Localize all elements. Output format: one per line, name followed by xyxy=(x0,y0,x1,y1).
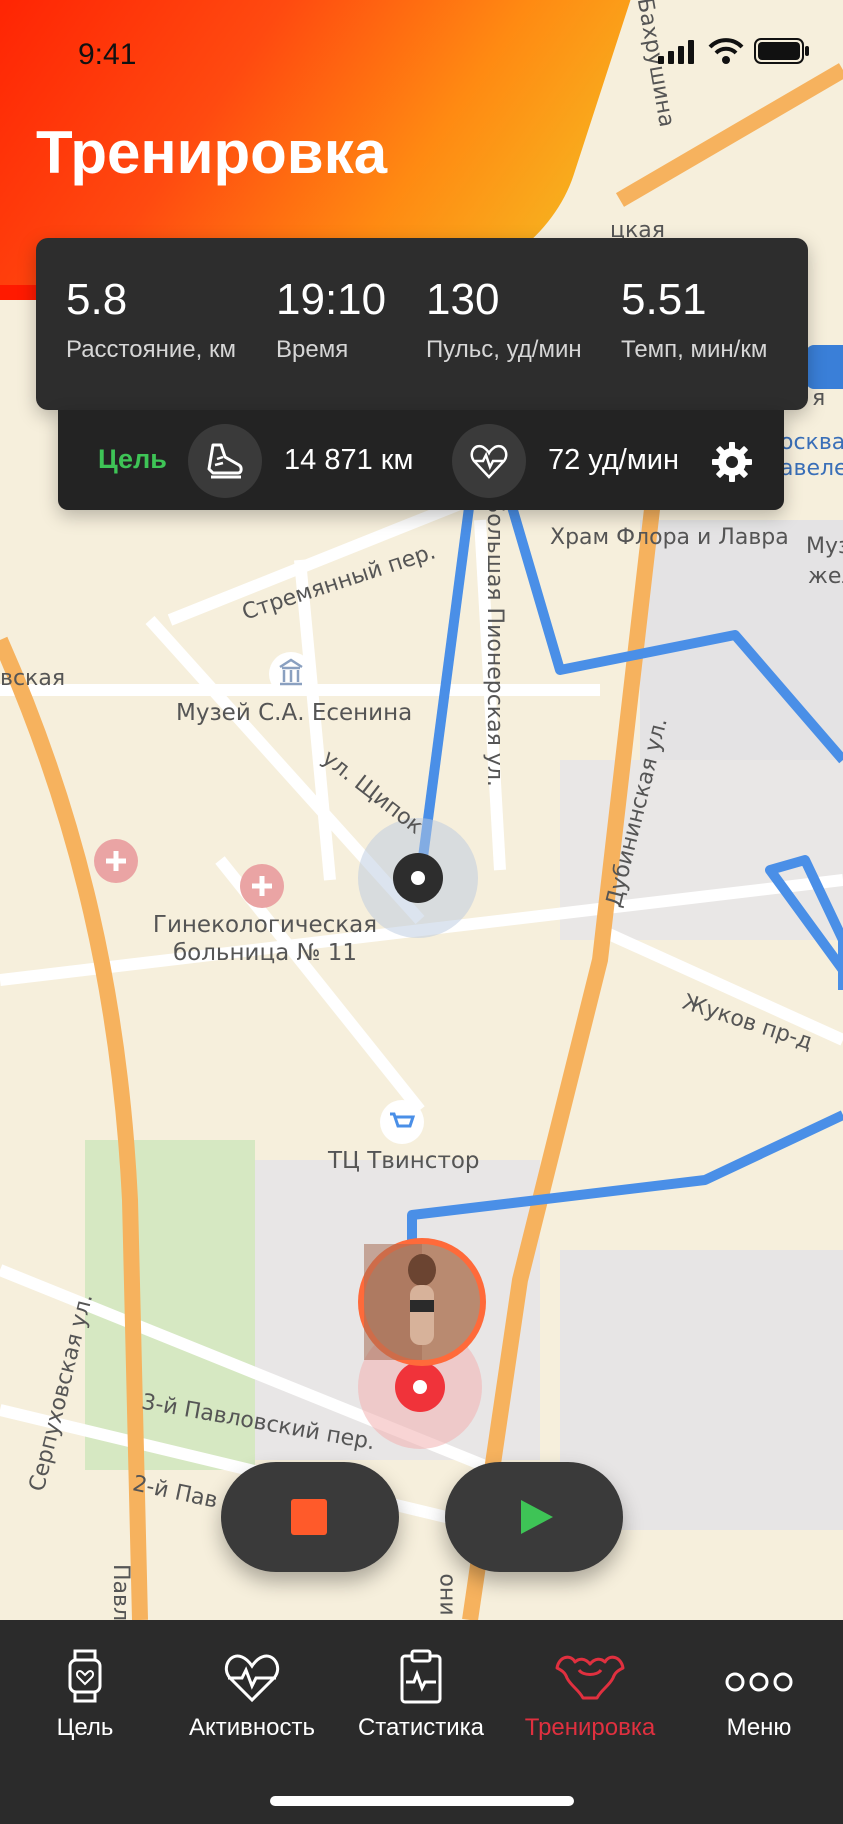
play-button[interactable] xyxy=(445,1462,623,1572)
stat-time: 19:10 Время xyxy=(276,278,386,364)
stat-distance-label: Расстояние, км xyxy=(66,336,236,363)
map-label-vskaya: вская xyxy=(0,666,66,691)
heart-icon-button xyxy=(452,424,526,498)
map-label-ino: ино xyxy=(433,1573,459,1616)
page-title: Тренировка xyxy=(36,119,388,186)
stat-distance: 5.8 Расстояние, км xyxy=(66,278,236,364)
stat-pace: 5.51 Темп, мин/км xyxy=(621,278,767,364)
map-label-paveleckaya: авелец xyxy=(780,456,843,481)
goal-distance: 14 871 км xyxy=(284,444,414,476)
goal-label: Цель xyxy=(98,444,167,474)
map-label-museum: Музей С.А. Есенина xyxy=(176,700,413,726)
stat-time-label: Время xyxy=(276,336,349,363)
stat-time-value: 19:10 xyxy=(276,275,387,324)
tab-activity-label: Активность xyxy=(188,1714,316,1741)
status-time: 9:41 xyxy=(78,38,137,71)
tab-statistics-label: Статистика xyxy=(357,1714,485,1741)
wifi-icon xyxy=(708,38,744,64)
heart-pulse-icon xyxy=(224,1654,280,1703)
more-icon xyxy=(725,1672,793,1692)
battery-icon xyxy=(754,38,809,64)
map-label-hospital: Гинекологическая больница № 11 xyxy=(152,912,378,966)
settings-gear-icon[interactable] xyxy=(710,440,754,484)
stat-distance-value: 5.8 xyxy=(66,275,128,324)
shoe-icon xyxy=(207,443,243,479)
goal-pulse: 72 уд/мин xyxy=(548,444,679,476)
tab-menu-label: Меню xyxy=(726,1714,792,1741)
shoe-icon-button xyxy=(188,424,262,498)
map-label-temple: Храм Флора и Лавра xyxy=(550,525,789,550)
stop-icon xyxy=(291,1499,327,1535)
tab-menu[interactable]: Меню xyxy=(684,1648,834,1742)
home-indicator xyxy=(270,1796,574,1806)
tab-bar: Цель Активность Статистика Тренировка Ме… xyxy=(0,1620,843,1824)
map-label-ya: я xyxy=(812,386,826,411)
muscle-icon xyxy=(555,1655,625,1700)
stat-pulse-label: Пульс, уд/мин xyxy=(426,336,582,363)
tab-training-label: Тренировка xyxy=(524,1714,656,1741)
stop-button[interactable] xyxy=(221,1462,399,1572)
stat-pulse: 130 Пульс, уд/мин xyxy=(426,278,582,364)
tab-goal-label: Цель xyxy=(56,1714,114,1741)
clipboard-pulse-icon xyxy=(400,1649,442,1704)
tab-statistics[interactable]: Статистика xyxy=(346,1648,496,1742)
map-label-zhel: жел xyxy=(808,564,843,589)
stat-pulse-value: 130 xyxy=(426,275,500,324)
stats-card: 5.8 Расстояние, км 19:10 Время 130 Пульс… xyxy=(36,238,808,410)
goal-bar: Цель 14 871 км 72 уд/мин xyxy=(58,410,784,510)
stat-pace-value: 5.51 xyxy=(621,275,707,324)
status-bar: 9:41 xyxy=(0,0,843,110)
play-icon xyxy=(521,1500,553,1534)
map-label-moskva: осква xyxy=(780,430,843,455)
tab-goal[interactable]: Цель xyxy=(10,1648,160,1742)
watch-icon xyxy=(68,1649,102,1703)
tab-activity[interactable]: Активность xyxy=(177,1648,327,1742)
map-label-pavl: Павл xyxy=(108,1563,134,1622)
signal-icon xyxy=(658,40,694,64)
map-label-mall: ТЦ Твинстор xyxy=(328,1148,480,1174)
heart-pulse-icon xyxy=(470,444,508,479)
stat-pace-label: Темп, мин/км xyxy=(621,336,768,363)
map-label-pionerskaya: Большая Пионерская ул. xyxy=(481,498,507,787)
map-label-muz: Муз xyxy=(806,534,843,559)
tab-training[interactable]: Тренировка xyxy=(515,1648,665,1742)
